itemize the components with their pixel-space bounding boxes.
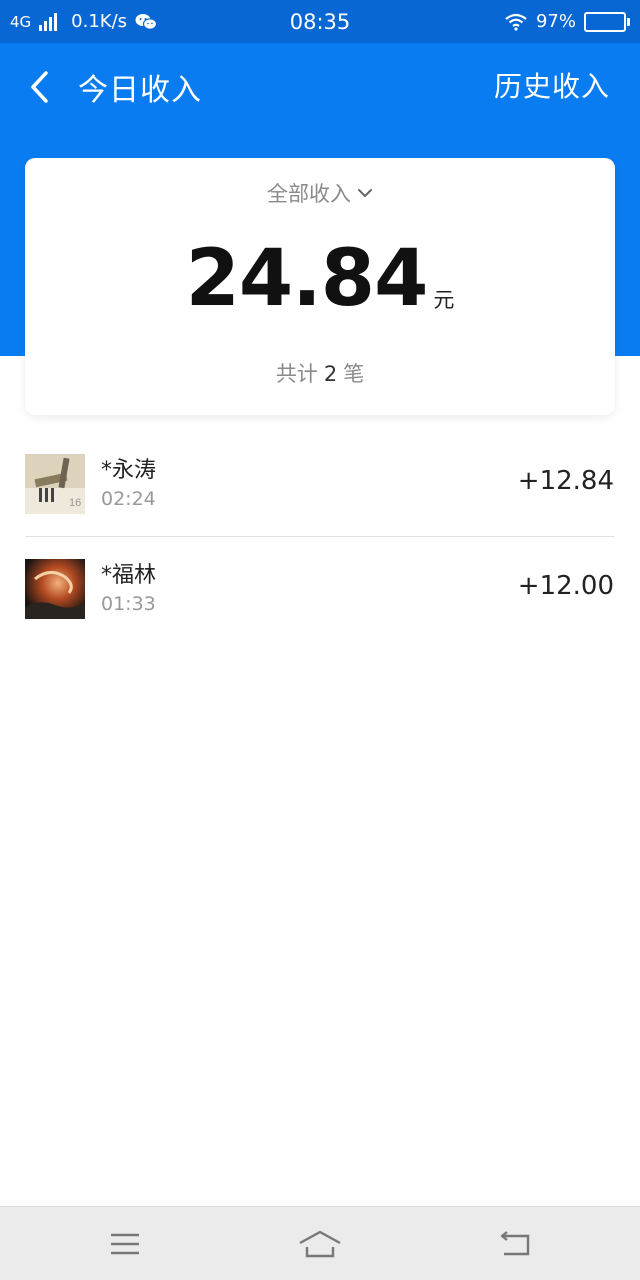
transaction-amount: +12.84	[517, 466, 614, 496]
battery-icon	[584, 11, 630, 32]
list-item[interactable]: *福林 01:33 +12.00	[25, 536, 615, 640]
home-icon	[299, 1230, 341, 1258]
network-speed: 0.1K/s	[71, 11, 128, 32]
amount-row: 24.84 元	[25, 240, 615, 318]
page-title: 今日收入	[78, 73, 202, 108]
battery-percent: 97%	[535, 11, 576, 32]
back-nav-button[interactable]	[493, 1225, 537, 1263]
status-right: 97%	[504, 11, 630, 32]
list-item[interactable]: 16 *永涛 02:24 +12.84	[0, 432, 640, 536]
home-button[interactable]	[298, 1225, 342, 1263]
amount-unit: 元	[433, 288, 455, 312]
history-income-button[interactable]: 历史收入	[494, 65, 610, 105]
transaction-time: 02:24	[101, 488, 156, 510]
menu-icon	[111, 1233, 139, 1255]
transaction-time: 01:33	[101, 593, 156, 615]
payer-name: *福林	[101, 563, 157, 588]
total-amount: 24.84	[185, 234, 429, 324]
avatar	[25, 559, 85, 619]
back-button[interactable]	[22, 69, 56, 105]
back-icon	[500, 1231, 530, 1256]
chevron-down-icon	[358, 189, 372, 197]
network-type: 4G	[10, 12, 32, 31]
status-bar: 4G 0.1K/s 08:35 97%	[0, 0, 640, 43]
avatar: 16	[25, 454, 85, 514]
wechat-icon	[135, 13, 158, 31]
transaction-count: 共计 2 笔	[25, 358, 615, 388]
wifi-icon	[504, 13, 528, 31]
payer-name: *永涛	[101, 458, 157, 483]
signal-icon	[39, 12, 58, 31]
chevron-left-icon	[31, 71, 48, 103]
system-nav-bar	[0, 1206, 640, 1280]
status-left: 4G 0.1K/s	[10, 11, 158, 32]
transaction-list: 16 *永涛 02:24 +12.84 *福林 01:33 +12.00	[0, 432, 640, 640]
filter-label: 全部收入	[267, 182, 351, 206]
transaction-amount: +12.00	[517, 571, 614, 601]
count-prefix: 共计	[275, 362, 318, 386]
income-filter-dropdown[interactable]: 全部收入	[25, 178, 615, 208]
title-bar: 今日收入 历史收入	[0, 43, 640, 131]
screen: 4G 0.1K/s 08:35 97% 今日收入 历史收入 全部收入 24.84…	[0, 0, 640, 1280]
count-number: 2	[323, 362, 338, 386]
count-suffix: 笔	[343, 362, 365, 386]
menu-button[interactable]	[103, 1225, 147, 1263]
summary-card: 全部收入 24.84 元 共计 2 笔	[25, 158, 615, 415]
svg-text:16: 16	[69, 497, 81, 509]
